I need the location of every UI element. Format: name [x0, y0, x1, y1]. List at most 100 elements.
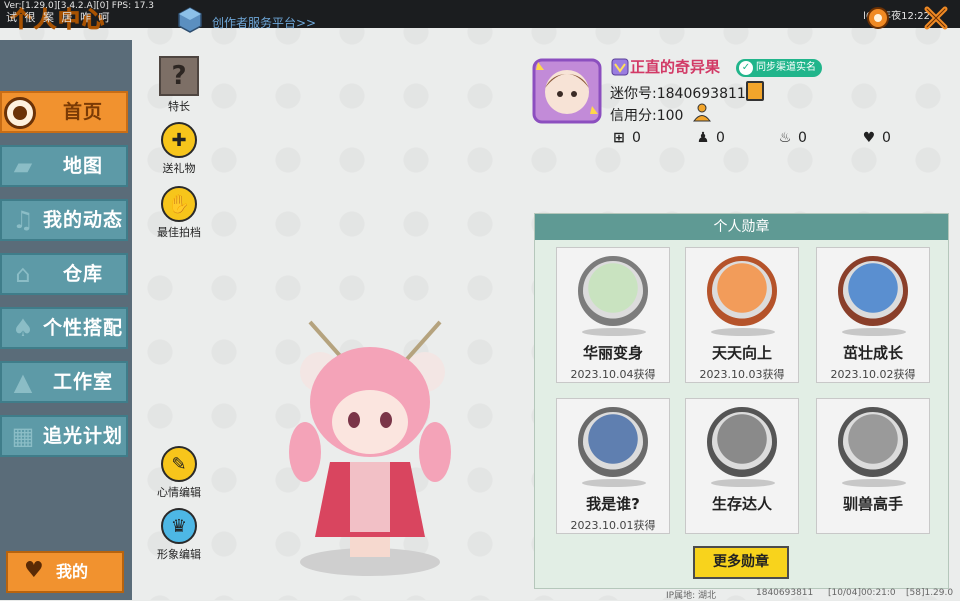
medal-card[interactable]: 天天向上 2023.10.03获得 [685, 247, 799, 383]
map-icon: ▰ [13, 152, 33, 180]
gear-icon[interactable] [864, 4, 892, 32]
stat-value: 0 [716, 130, 725, 146]
heart-icon: ♥ [862, 130, 876, 146]
mini-id: 迷你号:1840693811 [610, 86, 746, 102]
sidebar-item-home[interactable]: 首页 [0, 91, 128, 133]
medal-card[interactable]: 我是谁? 2023.10.01获得 [556, 398, 670, 534]
medals-panel: 个人勋章 华丽变身 2023.10.04获得 天天向上 2023.10.03获得… [534, 213, 949, 589]
medal-name: 驯兽高手 [842, 495, 903, 513]
footer-time: [10/04]00:21:0 [828, 588, 896, 598]
vip-badge-icon [611, 58, 629, 76]
medal-icon [838, 256, 908, 326]
character-avatar [289, 320, 451, 576]
heart-icon: ♥ [24, 558, 44, 583]
sidebar-item-label: 首页 [62, 101, 103, 123]
stat-fans[interactable]: ♟ 0 [694, 130, 725, 146]
medal-name: 生存达人 [711, 495, 772, 513]
send-gift-label: 送礼物 [162, 162, 196, 175]
close-icon[interactable] [922, 4, 950, 32]
send-gift-button[interactable]: ✚ 送礼物 [149, 122, 209, 176]
specialty-label: 特长 [168, 100, 190, 113]
medal-shadow [842, 328, 906, 336]
sidebar-item-warehouse[interactable]: ⌂ 仓库 [0, 253, 128, 295]
shirt-icon: ♠ [12, 314, 34, 342]
mine-button[interactable]: ♥ 我的 [6, 551, 124, 593]
creator-platform-link[interactable]: 创作者服务平台>> [212, 14, 316, 31]
medal-shadow [711, 328, 775, 336]
medal-name: 天天向上 [711, 344, 772, 362]
stat-heart[interactable]: ♥ 0 [860, 130, 891, 146]
medal-shadow [582, 479, 646, 487]
medal-icon [838, 407, 908, 477]
stat-value: 0 [798, 130, 807, 146]
footer-build: [58]1.29.0 [906, 588, 954, 598]
medal-icon [707, 256, 777, 326]
stat-flame[interactable]: ♨ 0 [776, 130, 807, 146]
medal-icon [578, 407, 648, 477]
medal-shadow [582, 328, 646, 336]
edit-icon: ✎ [161, 446, 197, 482]
copy-icon[interactable] [746, 81, 764, 101]
mood-edit-label: 心情编辑 [157, 486, 201, 499]
image-edit-label: 形象编辑 [157, 548, 201, 561]
best-partner-button[interactable]: ✋ 最佳拍档 [149, 186, 209, 240]
medal-name: 茁壮成长 [842, 344, 903, 362]
medal-card[interactable]: 驯兽高手 [816, 398, 930, 534]
medal-card[interactable]: 华丽变身 2023.10.04获得 [556, 247, 670, 383]
medal-date: 2023.10.04获得 [570, 368, 656, 381]
footer-uid: 1840693811 [756, 588, 814, 598]
cube-icon[interactable] [178, 7, 202, 33]
credit-score: 信用分:100 [610, 108, 684, 124]
ip-location: IP属地: 湖北 [666, 591, 716, 601]
medal-shadow [842, 479, 906, 487]
sidebar-item-label: 追光计划 [42, 425, 123, 447]
mine-label: 我的 [56, 562, 89, 581]
medal-date: 2023.10.03获得 [699, 368, 785, 381]
medal-icon [707, 407, 777, 477]
status-text: 试 很 案 居 咋 呵 [6, 11, 112, 24]
user-check-icon: ✓ [739, 61, 753, 75]
bell-icon: ♫ [12, 206, 34, 234]
person-icon[interactable] [692, 102, 712, 122]
medal-card[interactable]: 生存达人 [685, 398, 799, 534]
handshake-icon: ✋ [161, 186, 197, 222]
calendar-icon: ▦ [11, 422, 35, 450]
specialty-button[interactable]: ? 特长 [149, 56, 209, 114]
mood-edit-button[interactable]: ✎ 心情编辑 [149, 446, 209, 500]
sync-realname-button[interactable]: ✓ 同步渠道实名 [736, 59, 822, 77]
sidebar-item-outfit[interactable]: ♠ 个性搭配 [0, 307, 128, 349]
fans-icon: ♟ [696, 130, 710, 146]
plus-icon: ⊞ [613, 130, 625, 146]
sidebar-item-label: 仓库 [62, 263, 103, 285]
sidebar-item-label: 工作室 [52, 371, 113, 393]
image-edit-button[interactable]: ♛ 形象编辑 [149, 508, 209, 562]
medal-name: 我是谁? [586, 495, 640, 513]
medal-card[interactable]: 茁壮成长 2023.10.02获得 [816, 247, 930, 383]
sidebar-item-map[interactable]: ▰ 地图 [0, 145, 128, 187]
medal-date: 2023.10.02获得 [830, 368, 916, 381]
more-medals-button[interactable]: 更多勋章 [693, 546, 789, 579]
stat-plus[interactable]: ⊞ 0 [610, 130, 641, 146]
sidebar-item-plan[interactable]: ▦ 追光计划 [0, 415, 128, 457]
sidebar-item-label: 我的动态 [42, 209, 123, 231]
medal-date: 2023.10.01获得 [570, 519, 656, 532]
sidebar-item-studio[interactable]: ▲ 工作室 [0, 361, 128, 403]
medal-shadow [711, 479, 775, 487]
profile-avatar[interactable] [532, 58, 602, 124]
studio-icon: ▲ [13, 368, 33, 396]
nickname: 正直的奇异果 [630, 58, 721, 76]
medal-icon [578, 256, 648, 326]
question-icon: ? [159, 56, 199, 96]
shirt-edit-icon: ♛ [161, 508, 197, 544]
stat-value: 0 [882, 130, 891, 146]
stat-value: 0 [632, 130, 641, 146]
medals-title: 个人勋章 [535, 214, 948, 240]
flame-icon: ♨ [778, 130, 792, 146]
sidebar-item-label: 地图 [62, 155, 103, 177]
best-partner-label: 最佳拍档 [157, 226, 201, 239]
sidebar-item-activity[interactable]: ♫ 我的动态 [0, 199, 128, 241]
medal-name: 华丽变身 [582, 344, 643, 362]
gift-icon: ✚ [161, 122, 197, 158]
sync-label: 同步渠道实名 [756, 62, 816, 73]
house-icon: ⌂ [15, 260, 31, 288]
